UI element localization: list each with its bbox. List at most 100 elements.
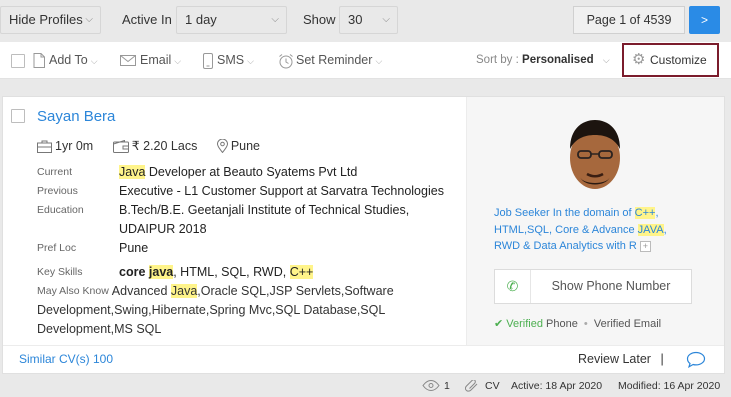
check-icon: ✔ <box>494 318 504 330</box>
salary: ₹ 2.20 Lacs <box>112 137 198 155</box>
candidate-details: Sayan Bera 1yr 0m ₹ 2.20 Lacs Pune Curre… <box>3 97 466 345</box>
previous-row: Previous Executive - L1 Customer Support … <box>37 182 444 201</box>
may-also-know-label: May Also Know <box>37 285 109 297</box>
candidate-name-link[interactable]: Sayan Bera <box>37 108 115 125</box>
add-to-label: Add To <box>49 53 88 67</box>
salary-value: ₹ 2.20 Lacs <box>131 139 198 153</box>
may-also-know-text: Development,Swing,Hibernate,Spring Mvc,S… <box>37 303 386 317</box>
views-count: 1 <box>444 380 450 392</box>
show-phone-label: Show Phone Number <box>551 279 671 293</box>
pref-loc-label: Pref Loc <box>37 242 77 254</box>
may-also-know-text: Advanced <box>111 284 171 298</box>
chevron-down-icon: ⌵ <box>85 14 93 25</box>
show-phone-button[interactable]: ✆ Show Phone Number <box>494 269 692 304</box>
location-pin-icon <box>216 138 228 154</box>
summary-text: HTML,SQL, Core & Advance <box>494 223 638 236</box>
briefcase-icon <box>37 140 52 153</box>
card-footer: Similar CV(s) 100 Review Later | <box>3 345 724 373</box>
keyword-highlight: JAVA <box>637 223 664 236</box>
skill-core: core <box>119 265 149 279</box>
keyword-highlight: Java <box>119 165 146 179</box>
envelope-icon <box>120 55 136 67</box>
verified-label: Verified <box>506 318 543 330</box>
education-row: Education B.Tech/B.E. Geetanjali Institut… <box>37 201 409 239</box>
show-count-dropdown[interactable]: 30 ⌵ <box>339 6 398 34</box>
location: Pune <box>216 137 261 155</box>
pref-loc-value: Pune <box>119 241 149 255</box>
hide-profiles-dropdown[interactable]: Hide Profiles ⌵ <box>0 6 101 34</box>
current-text: Developer at Beauto Syatems Pvt Ltd <box>145 165 358 179</box>
keyword-highlight: Java <box>170 284 198 298</box>
chevron-down-icon: ⌵ <box>90 56 98 66</box>
cv-attachment-link[interactable]: CV <box>485 380 500 392</box>
key-skills-label: Key Skills <box>37 266 83 278</box>
alarm-clock-icon <box>279 53 293 69</box>
active-in-label: Active In <box>122 12 172 27</box>
keyword-highlight: C++ <box>634 207 656 219</box>
candidate-photo <box>560 115 630 193</box>
chevron-down-icon: ⌵ <box>602 55 610 65</box>
sort-by-control[interactable]: Sort by : Personalised ⌵ <box>476 42 610 79</box>
active-in-dropdown[interactable]: 1 day ⌵ <box>176 6 287 34</box>
verification-status: ✔ Verified Phone • Verified Email <box>494 317 661 330</box>
sms-button[interactable]: SMS ⌵ <box>203 42 254 79</box>
keyword-highlight: C++ <box>289 265 314 279</box>
show-label: Show <box>303 12 336 27</box>
verified-phone-label: Phone <box>546 318 578 330</box>
filter-bar: Hide Profiles ⌵ Active In 1 day ⌵ Show 3… <box>0 0 731 40</box>
current-label: Current <box>37 166 73 178</box>
review-later-button[interactable]: Review Later <box>578 352 651 366</box>
select-all-checkbox[interactable] <box>11 54 25 68</box>
mobile-icon <box>203 52 213 69</box>
education-label: Education <box>37 204 84 216</box>
experience: 1yr 0m <box>37 137 93 155</box>
modified-date: Modified: 16 Apr 2020 <box>618 380 721 392</box>
expand-summary-button[interactable]: + <box>639 240 651 252</box>
next-page-button[interactable]: > <box>689 6 720 34</box>
previous-label: Previous <box>37 185 78 197</box>
candidate-side-panel: Job Seeker In the domain of C++, HTML,SQL… <box>466 97 724 345</box>
chevron-down-icon: ⌵ <box>271 14 279 25</box>
gear-icon: ⚙ <box>632 51 646 68</box>
experience-value: 1yr 0m <box>55 139 94 153</box>
may-also-know-text: ,Oracle SQL,JSP Servlets,Software <box>197 284 394 298</box>
email-button[interactable]: Email ⌵ <box>120 42 181 79</box>
status-bar: 1 CV Active: 18 Apr 2020 Modified: 16 Ap… <box>0 377 731 397</box>
may-also-know-text: Development,MS SQL <box>37 322 162 336</box>
review-later-group: Review Later | <box>578 346 664 372</box>
education-value: B.Tech/B.E. Geetanjali Institute of Tech… <box>119 201 409 239</box>
active-in-value: 1 day <box>185 12 217 27</box>
show-count-value: 30 <box>348 12 363 27</box>
customize-label: Customize <box>650 53 707 67</box>
chat-icon[interactable] <box>686 351 706 368</box>
wallet-icon <box>112 139 129 153</box>
current-row: Current Java Developer at Beauto Syatems … <box>37 163 357 182</box>
add-to-button[interactable]: Add To ⌵ <box>33 42 98 79</box>
location-value: Pune <box>230 139 261 153</box>
set-reminder-button[interactable]: Set Reminder ⌵ <box>278 42 382 79</box>
similar-cvs-link[interactable]: Similar CV(s) 100 <box>19 346 113 372</box>
set-reminder-label: Set Reminder <box>296 53 373 67</box>
profile-summary: Job Seeker In the domain of C++, HTML,SQL… <box>494 205 674 255</box>
candidate-card: Sayan Bera 1yr 0m ₹ 2.20 Lacs Pune Curre… <box>2 96 725 374</box>
page-indicator: Page 1 of 4539 <box>573 6 685 34</box>
summary-text: RWD & Data Analytics with R <box>494 240 637 252</box>
education-line-1: B.Tech/B.E. Geetanjali Institute of Tech… <box>119 203 410 217</box>
document-icon <box>33 53 45 69</box>
avatar-image <box>560 115 630 193</box>
sort-by-label: Sort by : <box>476 54 519 66</box>
customize-button[interactable]: ⚙ Customize <box>622 43 719 77</box>
previous-value: Executive - L1 Customer Support at Sarva… <box>119 184 444 198</box>
candidate-meta: 1yr 0m ₹ 2.20 Lacs Pune <box>37 137 276 155</box>
skills-text: , HTML, SQL, RWD, <box>173 265 290 279</box>
candidate-select-checkbox[interactable] <box>11 109 25 123</box>
separator-dot: • <box>583 318 588 330</box>
may-also-know-row: May Also Know Advanced Java,Oracle SQL,JS… <box>37 282 457 339</box>
current-value: Java Developer at Beauto Syatems Pvt Ltd <box>119 163 357 182</box>
chevron-down-icon: ⌵ <box>382 14 390 25</box>
eye-icon <box>422 379 440 394</box>
active-date: Active: 18 Apr 2020 <box>511 380 603 392</box>
summary-text: , <box>663 223 667 236</box>
email-label: Email <box>140 53 172 67</box>
hide-profiles-label: Hide Profiles <box>9 12 83 27</box>
